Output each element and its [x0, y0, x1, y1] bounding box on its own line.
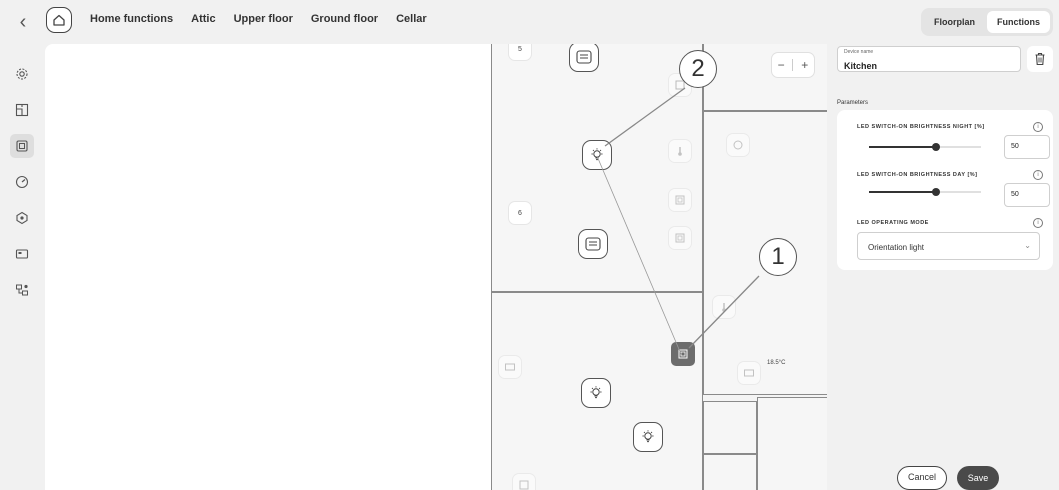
zoom-divider	[792, 59, 794, 71]
view-toggle: Floorplan Functions	[921, 8, 1053, 36]
room-label: 5	[509, 44, 531, 60]
floorplan-toggle[interactable]: Floorplan	[924, 11, 985, 33]
display-icon[interactable]	[10, 242, 34, 266]
top-bar: ‹ Home functions Attic Upper floor Groun…	[0, 0, 1059, 44]
room-small-3[interactable]	[757, 397, 827, 490]
canvas-area[interactable]	[45, 44, 491, 490]
device-name-field[interactable]: Device name Kitchen	[837, 46, 1021, 72]
operating-mode-select[interactable]: Orientation light ⌄	[857, 232, 1040, 260]
floorplan-icon[interactable]	[10, 98, 34, 122]
cancel-button[interactable]: Cancel	[897, 466, 947, 490]
zoom-in-button[interactable]: +	[798, 58, 812, 72]
info-icon[interactable]: i	[1033, 170, 1043, 180]
light-bulb-icon[interactable]	[582, 140, 612, 170]
tab-cellar[interactable]: Cellar	[396, 13, 427, 25]
slider-thumb[interactable]	[932, 143, 941, 151]
chevron-down-icon: ⌄	[1024, 241, 1031, 250]
alarm-icon[interactable]	[10, 206, 34, 230]
delete-icon[interactable]	[1027, 46, 1053, 72]
thermostat-icon[interactable]	[669, 140, 691, 162]
device-name-label: Device name	[844, 49, 874, 55]
room-small-1[interactable]	[703, 401, 757, 454]
sidebar	[0, 44, 44, 490]
info-icon[interactable]: i	[1033, 218, 1043, 228]
save-button[interactable]: Save	[957, 466, 999, 490]
floor-tabs: Home functions Attic Upper floor Ground …	[90, 13, 427, 25]
thermostat-icon[interactable]	[713, 296, 735, 318]
info-icon[interactable]: i	[1033, 122, 1043, 132]
device-panel-icon[interactable]	[10, 134, 34, 158]
display-device-icon[interactable]	[499, 356, 521, 378]
tab-ground-floor[interactable]: Ground floor	[311, 13, 378, 25]
brightness-day-slider[interactable]	[869, 187, 981, 197]
display-device-icon[interactable]	[738, 362, 760, 384]
sensor-icon[interactable]	[513, 474, 535, 490]
slider-fill	[869, 146, 937, 148]
switch-icon[interactable]	[669, 189, 691, 211]
network-icon[interactable]	[10, 278, 34, 302]
app-window: ‹ Home functions Attic Upper floor Groun…	[0, 0, 1059, 490]
light-bulb-icon[interactable]	[581, 378, 611, 408]
functions-toggle[interactable]: Functions	[987, 11, 1050, 33]
parameters-label: Parameters	[837, 100, 869, 106]
chevron-left-icon[interactable]: ‹	[14, 11, 32, 33]
param-label-night: LED SWITCH-ON BRIGHTNESS NIGHT [%]	[857, 124, 985, 130]
light-bulb-icon[interactable]	[633, 422, 663, 452]
settings-icon[interactable]	[10, 62, 34, 86]
room-label: 6	[509, 202, 531, 224]
zoom-out-button[interactable]: −	[774, 58, 788, 72]
switch-icon[interactable]	[669, 227, 691, 249]
blind-icon[interactable]	[569, 44, 599, 72]
tab-attic[interactable]: Attic	[191, 13, 215, 25]
device-name-value[interactable]: Kitchen	[844, 61, 877, 71]
temperature-reading: 18.5°C	[767, 360, 786, 366]
speaker-icon[interactable]	[727, 134, 749, 156]
zoom-control: − +	[772, 53, 814, 77]
properties-panel: Device name Kitchen Parameters LED SWITC…	[827, 44, 1059, 490]
param-label-mode: LED OPERATING MODE	[857, 220, 929, 226]
slider-fill	[869, 191, 937, 193]
operating-mode-value: Orientation light	[868, 243, 925, 252]
gauge-icon[interactable]	[10, 170, 34, 194]
blind-icon[interactable]	[578, 229, 608, 259]
parameters-card: LED SWITCH-ON BRIGHTNESS NIGHT [%] i 50 …	[837, 110, 1053, 270]
param-label-day: LED SWITCH-ON BRIGHTNESS DAY [%]	[857, 172, 978, 178]
slider-thumb[interactable]	[932, 188, 941, 196]
brightness-day-input[interactable]: 50	[1004, 183, 1050, 207]
floorplan-view[interactable]: 5 6 18.5°C − + 2 1	[491, 44, 827, 490]
callout-marker: 2	[679, 50, 717, 88]
selected-switch-icon[interactable]	[671, 342, 695, 366]
home-icon[interactable]	[46, 7, 72, 33]
brightness-night-input[interactable]: 50	[1004, 135, 1050, 159]
tab-home-functions[interactable]: Home functions	[90, 13, 173, 25]
brightness-night-slider[interactable]	[869, 142, 981, 152]
tab-upper-floor[interactable]: Upper floor	[234, 13, 293, 25]
room-small-2[interactable]	[703, 454, 757, 490]
callout-marker: 1	[759, 238, 797, 276]
